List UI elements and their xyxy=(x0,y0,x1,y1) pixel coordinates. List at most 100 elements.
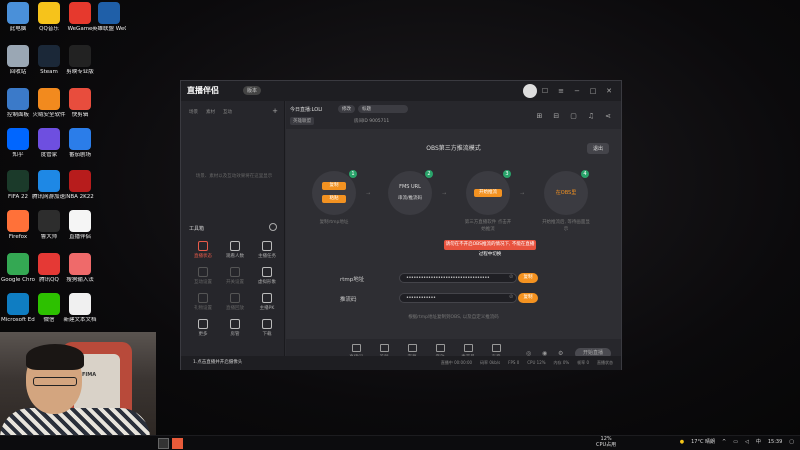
notification-icon[interactable]: ▢ xyxy=(789,439,794,445)
toolbox-item[interactable]: 更多 xyxy=(189,319,217,337)
status-metric: 直播状态 xyxy=(597,360,613,365)
close-icon[interactable]: ✕ xyxy=(605,87,613,95)
tab-scene[interactable]: 场景 xyxy=(189,109,198,115)
app-icon xyxy=(38,170,60,192)
topic-button[interactable]: 标题 xyxy=(358,105,408,113)
toolbox-settings-icon[interactable] xyxy=(269,223,277,231)
toolbox-item[interactable]: 观看人数 xyxy=(221,241,249,259)
in-obs-label: 在OBS里 xyxy=(555,190,577,196)
arrow-icon: → xyxy=(520,191,525,197)
desktop-icon[interactable]: 回收站 xyxy=(1,45,35,76)
app-icon xyxy=(69,45,91,67)
toolbox-item[interactable]: 主播任务 xyxy=(253,241,281,259)
shirt-icon[interactable]: ☐ xyxy=(541,87,549,95)
weather-text[interactable]: 17°C 晴朗 xyxy=(691,438,715,445)
desktop-icon[interactable]: Microsoft Edge xyxy=(1,293,35,324)
desktop-icon[interactable]: Firefox xyxy=(1,210,35,241)
rtmp-label: rtmp地址 xyxy=(340,277,365,283)
tool-label: 观看人数 xyxy=(226,254,244,259)
toolbox-item[interactable]: 互动设置 xyxy=(189,267,217,285)
step-number: 1 xyxy=(349,170,357,178)
stream-info-bar: 今日直播:LOLI 修改 标题 英雄联盟 房间ID 9005711 ⊞ ⊟ ▢ … xyxy=(286,101,621,129)
tab-interaction[interactable]: 互动 xyxy=(223,109,232,115)
toolbox-item[interactable]: 下载 xyxy=(253,319,281,337)
app-icon xyxy=(69,253,91,275)
tool-label: 下载 xyxy=(262,332,272,337)
desktop-icon[interactable]: Google Chrome xyxy=(1,253,35,284)
add-scene-icon[interactable]: + xyxy=(272,107,278,115)
tool-icon xyxy=(262,267,272,277)
desktop-icon[interactable]: 英雄联盟 WeGame版 xyxy=(92,2,126,33)
category-badge[interactable]: 英雄联盟 xyxy=(290,117,314,125)
show-eye-icon[interactable]: ⊘ xyxy=(509,274,513,280)
desktop-icon-label: 此电脑 xyxy=(9,26,27,32)
paste-pill[interactable]: 粘贴 xyxy=(322,195,346,203)
gift-icon[interactable]: ⊞ xyxy=(536,112,542,120)
menu-icon[interactable]: ≡ xyxy=(557,87,565,95)
bell-icon[interactable]: ♫ xyxy=(588,112,594,120)
toolbox-item[interactable]: 直播回放 xyxy=(221,293,249,311)
copy-pill[interactable]: 复制 xyxy=(322,182,346,190)
app-icon xyxy=(69,88,91,110)
weather-icon[interactable]: ● xyxy=(680,439,684,445)
maximize-icon[interactable]: □ xyxy=(589,87,597,95)
desktop-icon[interactable]: 搜狗输入法 xyxy=(63,253,97,284)
edit-title-button[interactable]: 修改 xyxy=(338,105,355,113)
desktop-icon[interactable]: 微信 xyxy=(32,293,66,324)
desktop-icon[interactable]: 度管家 xyxy=(32,128,66,159)
glasses xyxy=(33,377,77,386)
minimize-icon[interactable]: − xyxy=(573,87,581,95)
input-method-icon[interactable]: 中 xyxy=(756,438,761,445)
desktop-icon[interactable]: NBA 2K22 xyxy=(63,170,97,201)
task-view-icon[interactable] xyxy=(158,438,169,449)
volume-icon[interactable]: ◁ xyxy=(745,439,749,445)
desktop-icon[interactable]: 直播伴侣 xyxy=(63,210,97,241)
step-3-start: 3 开始推流 xyxy=(466,170,511,215)
desktop-icon[interactable]: 腾讯网游加速器5.0 xyxy=(32,170,66,201)
stream-key-field[interactable]: •••••••••••• xyxy=(399,293,517,303)
desktop-icon[interactable]: 快剪辑 xyxy=(63,88,97,119)
tray-arrow-icon[interactable]: ^ xyxy=(722,439,726,445)
desktop-icon-label: 英雄联盟 WeGame版 xyxy=(92,26,126,32)
copy-rtmp-button[interactable]: 复制 xyxy=(518,273,538,283)
copy-stream-key-button[interactable]: 复制 xyxy=(518,293,538,303)
desktop-icon[interactable]: FIFA 22 xyxy=(1,170,35,201)
tool-icon xyxy=(230,319,240,329)
desktop-icon[interactable]: 知乎 xyxy=(1,128,35,159)
toolbox-item[interactable]: 直播状态 xyxy=(189,241,217,259)
share-icon[interactable]: ⋖ xyxy=(605,112,611,120)
toolbox-item[interactable]: 房管 xyxy=(221,319,249,337)
toolbox-item[interactable]: 虚拟形象 xyxy=(253,267,281,285)
app-icon xyxy=(7,210,29,232)
desktop-icon[interactable]: 剪映专业版 xyxy=(63,45,97,76)
desktop: 此电脑QQ音乐WeGame英雄联盟 WeGame版回收站Steam剪映专业版控制… xyxy=(0,0,800,450)
desktop-icon[interactable]: 控制面板 xyxy=(1,88,35,119)
desktop-icon[interactable]: 新建文本文档 xyxy=(63,293,97,324)
desktop-icon[interactable]: 火绒安全软件 xyxy=(32,88,66,119)
desktop-icon[interactable]: 腾讯QQ xyxy=(32,253,66,284)
rtmp-address-field[interactable]: •••••••••••••••••••••••••••••••••• xyxy=(399,273,517,283)
exit-obs-mode-button[interactable]: 退出 xyxy=(586,143,609,154)
desktop-icon[interactable]: 鲁大师 xyxy=(32,210,66,241)
shop-icon[interactable]: ⊟ xyxy=(553,112,559,120)
tab-material[interactable]: 素材 xyxy=(206,109,215,115)
today-stream-label: 今日直播:LOLI xyxy=(290,107,323,113)
toolbox-item[interactable]: 礼物设置 xyxy=(189,293,217,311)
desktop-icon[interactable]: 番茄剧场 xyxy=(63,128,97,159)
network-icon[interactable]: ▭ xyxy=(733,439,738,445)
show-eye-icon[interactable]: ⊘ xyxy=(509,294,513,300)
user-avatar[interactable] xyxy=(523,84,537,98)
desktop-icon-label: Steam xyxy=(40,69,58,75)
clock[interactable]: 15:39 xyxy=(768,439,782,445)
toolbox-item[interactable]: 主播PK xyxy=(253,293,281,311)
chat-icon[interactable]: ▢ xyxy=(570,112,577,120)
desktop-icon[interactable]: 此电脑 xyxy=(1,2,35,33)
bottom-tool-icon xyxy=(407,344,417,352)
version-badge[interactable]: 版本 xyxy=(243,86,262,95)
live-companion-taskbar-icon[interactable] xyxy=(172,438,183,449)
desktop-icon[interactable]: Steam xyxy=(32,45,66,76)
desktop-icon-label: NBA 2K22 xyxy=(66,194,94,200)
toolbox-item[interactable]: 开关设置 xyxy=(221,267,249,285)
app-icon xyxy=(38,210,60,232)
desktop-icon[interactable]: QQ音乐 xyxy=(32,2,66,33)
